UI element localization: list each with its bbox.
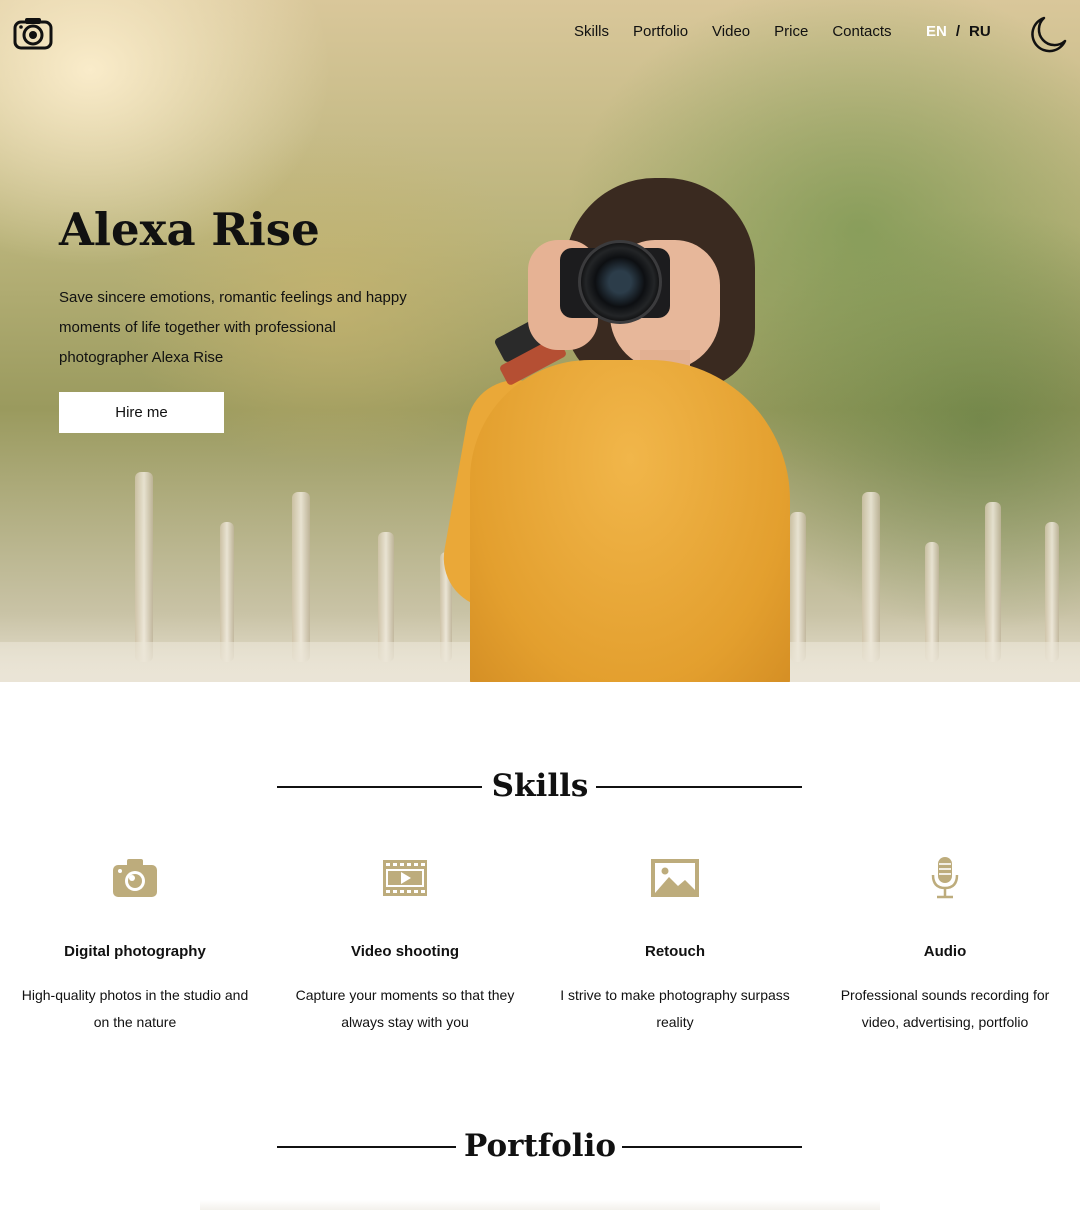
lang-en[interactable]: EN	[926, 23, 947, 40]
skill-card-video-shooting: Video shooting Capture your moments so t…	[270, 855, 540, 1036]
skill-title: Digital photography	[64, 943, 206, 960]
nav-item-skills[interactable]: Skills	[574, 23, 609, 40]
hero-description: Save sincere emotions, romantic feelings…	[59, 289, 407, 366]
skill-description: Capture your moments so that they always…	[295, 987, 515, 1030]
skill-title: Video shooting	[350, 943, 460, 960]
main-nav: Skills Portfolio Video Price Contacts	[574, 23, 916, 40]
camera-logo-icon[interactable]	[13, 16, 53, 50]
skill-description: Professional sounds recording for video,…	[840, 987, 1050, 1030]
hero-title: Alexa Rise	[59, 203, 320, 256]
hire-me-button[interactable]: Hire me	[59, 392, 224, 433]
skill-card-digital-photography: Digital photography High-quality photos …	[0, 855, 270, 1036]
background-tree	[292, 492, 310, 662]
background-tree	[135, 472, 153, 662]
background-tree	[790, 512, 806, 662]
skill-title: Audio	[923, 943, 967, 960]
portfolio-title: Portfolio	[463, 1128, 617, 1164]
nav-item-price[interactable]: Price	[774, 23, 808, 40]
microphone-icon	[931, 857, 959, 899]
skill-description: I strive to make photography surpass rea…	[560, 987, 790, 1030]
skill-description: High-quality photos in the studio and on…	[21, 987, 249, 1030]
background-tree	[220, 522, 234, 662]
skill-card-retouch: Retouch I strive to make photography sur…	[540, 855, 810, 1036]
background-tree	[862, 492, 880, 662]
nav-item-video[interactable]: Video	[712, 23, 750, 40]
skill-card-audio: Audio Professional sounds recording for …	[810, 855, 1080, 1036]
skill-title: Retouch	[645, 943, 705, 960]
camera-lens	[578, 240, 662, 324]
nav-item-contacts[interactable]: Contacts	[832, 23, 891, 40]
background-tree	[985, 502, 1001, 662]
nav-item-portfolio[interactable]: Portfolio	[633, 23, 688, 40]
skills-title: Skills	[491, 768, 589, 804]
background-tree	[1045, 522, 1059, 662]
video-icon	[383, 860, 427, 896]
camera-icon	[113, 859, 157, 897]
skills-title-line-right	[596, 786, 802, 788]
lang-ru[interactable]: RU	[969, 23, 991, 40]
portfolio-title-line-right	[622, 1146, 802, 1148]
language-switcher: EN / RU	[926, 23, 991, 40]
image-icon	[651, 859, 699, 897]
portfolio-preview-edge	[200, 1200, 880, 1210]
lang-separator: /	[955, 23, 961, 40]
photographer-sweater	[470, 360, 790, 682]
moon-icon[interactable]	[1028, 14, 1068, 54]
